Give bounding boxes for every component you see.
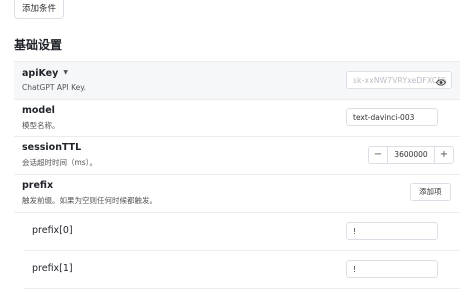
prefix-row: prefix 触发前缀。如果为空则任何时候都触发。 添加项 [14, 175, 460, 213]
prefix-0-name: prefix[0] [32, 225, 73, 236]
model-row: model 模型名称。 text-davinci-003 [14, 99, 460, 137]
model-name: model [22, 105, 55, 116]
apikey-row: apiKey ▼ ChatGPT API Key. sk-xxNW7VRYxeDF… [14, 61, 460, 100]
sessionttl-desc: 会话超时时间（ms）。 [22, 158, 97, 167]
prefix-name: prefix [22, 180, 54, 191]
prefix-desc: 触发前缀。如果为空则任何时候都触发。 [22, 196, 157, 205]
model-desc: 模型名称。 [22, 121, 60, 130]
chevron-down-icon[interactable]: ▼ [63, 69, 68, 76]
sessionttl-name: sessionTTL [22, 142, 82, 153]
sessionttl-stepper[interactable]: − 3600000 + [368, 146, 454, 164]
apikey-input[interactable]: sk-xxNW7VRYxeDFXCF5 [346, 71, 452, 89]
prefix-1-name: prefix[1] [32, 263, 73, 274]
model-input[interactable]: text-davinci-003 [346, 108, 438, 126]
add-condition-button[interactable]: 添加条件 [14, 0, 65, 19]
prefix-1-row: prefix[1] ! [24, 251, 460, 289]
prefix-0-row: prefix[0] ! [24, 213, 460, 251]
increment-button[interactable]: + [435, 147, 453, 163]
section-title: 基础设置 [14, 38, 63, 52]
sessionttl-row: sessionTTL 会话超时时间（ms）。 − 3600000 + [14, 137, 460, 175]
apikey-name[interactable]: apiKey ▼ [22, 68, 68, 79]
add-item-button[interactable]: 添加项 [410, 183, 451, 201]
eye-icon[interactable] [435, 76, 447, 88]
decrement-button[interactable]: − [369, 147, 387, 163]
apikey-desc: ChatGPT API Key. [22, 83, 86, 92]
prefix-1-input[interactable]: ! [346, 260, 438, 278]
apikey-value: sk-xxNW7VRYxeDFXCF5 [353, 76, 447, 85]
prefix-0-input[interactable]: ! [346, 222, 438, 240]
sessionttl-value[interactable]: 3600000 [387, 147, 435, 163]
